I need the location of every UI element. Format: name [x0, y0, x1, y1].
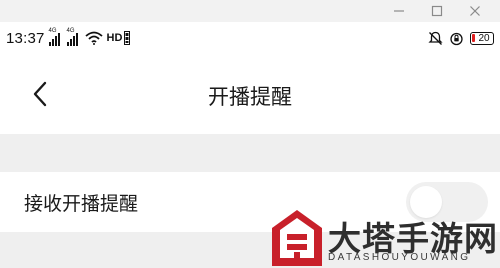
watermark-subtitle: DATASHOUYOUWANG: [328, 252, 471, 263]
watermark: 大塔手游网 DATASHOUYOUWANG: [270, 206, 500, 268]
minimize-icon[interactable]: [392, 4, 406, 18]
status-bar: 13:37 4G 4G HD 20: [0, 22, 500, 54]
status-time: 13:37: [6, 29, 45, 47]
hd-icon: HD: [106, 32, 123, 44]
watermark-logo: [272, 210, 322, 266]
navigation-header: 开播提醒: [0, 54, 500, 134]
battery-icon: 20: [470, 31, 494, 45]
battery-level: 20: [478, 32, 490, 44]
mute-icon: [428, 31, 443, 46]
signal-icon: 4G: [48, 28, 63, 46]
signal-icon: 4G: [66, 28, 81, 46]
window-title-bar: [0, 0, 500, 22]
status-right-group: 20: [428, 31, 494, 46]
wifi-icon: [84, 31, 103, 45]
signal-tag: 4G: [66, 28, 75, 34]
setting-label: 接收开播提醒: [24, 193, 139, 215]
page-title: 开播提醒: [208, 85, 292, 109]
maximize-icon[interactable]: [430, 4, 444, 18]
section-divider: [0, 134, 500, 172]
signal-tag: 4G: [48, 28, 57, 34]
sim-icon: [124, 31, 131, 45]
close-icon[interactable]: [468, 4, 482, 18]
alarm-icon: [449, 31, 464, 46]
